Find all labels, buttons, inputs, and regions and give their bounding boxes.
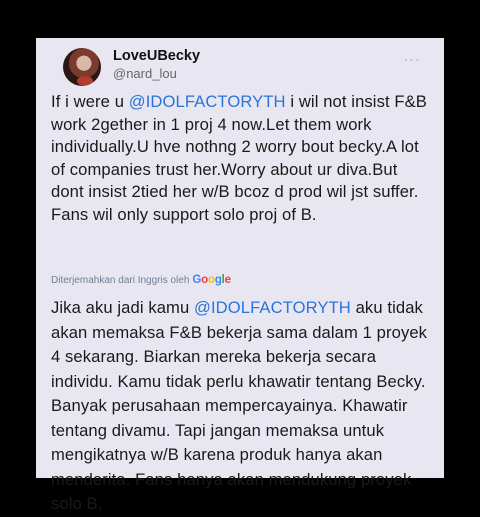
tweet-header: LoveUBecky @nard_lou ··· [51,38,429,92]
translated-text-rest: aku tidak akan memaksa F&B bekerja sama … [51,298,428,513]
translated-text: Jika aku jadi kamu @IDOLFACTORYTH aku ti… [51,296,433,517]
tweet-text-start: If i were u [51,92,129,111]
tweet-text: If i were u @IDOLFACTORYTH i wil not ins… [51,91,433,227]
user-handle[interactable]: @nard_lou [113,65,200,83]
user-info[interactable]: LoveUBecky @nard_lou [113,47,200,83]
translation-notice-label: Diterjemahkan dari Inggris oleh [51,274,190,286]
translated-mention-link[interactable]: @IDOLFACTORYTH [194,298,351,317]
translation-notice: Diterjemahkan dari Inggris oleh Google [51,274,231,286]
more-options-icon[interactable]: ··· [401,52,423,66]
google-logo: Google [192,274,231,286]
tweet-text-rest: F&B work 2gether in 1 proj 4 now.Let the… [51,92,427,224]
translated-text-start: Jika aku jadi kamu [51,298,195,317]
mention-link[interactable]: @IDOLFACTORYTH [129,92,286,111]
tweet-text-after-mention: i wil not insist [285,92,390,111]
display-name[interactable]: LoveUBecky [113,47,200,65]
tweet-card: LoveUBecky @nard_lou ··· If i were u @ID… [36,38,444,513]
avatar[interactable] [63,48,101,86]
